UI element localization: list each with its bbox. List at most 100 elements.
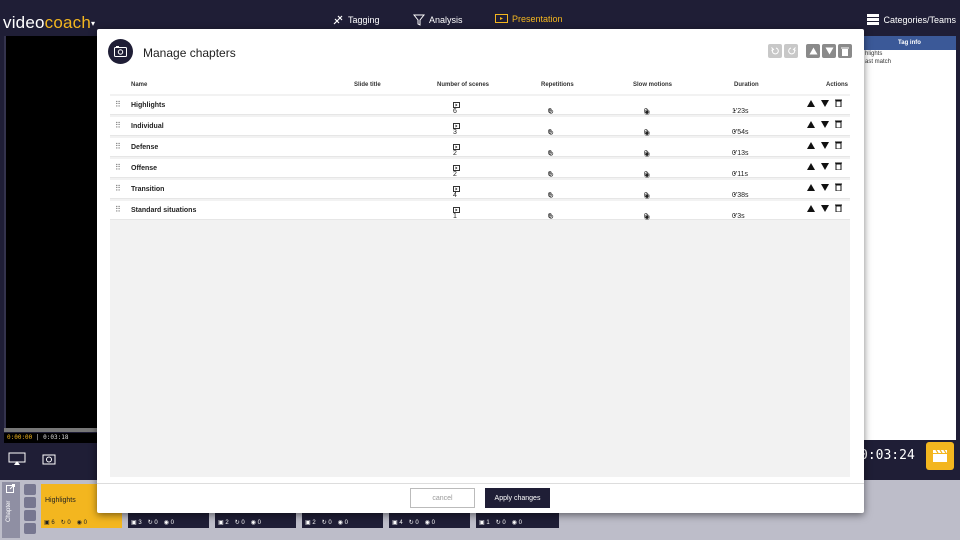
tagging-icon bbox=[333, 15, 343, 25]
move-down-icon[interactable] bbox=[821, 162, 829, 170]
move-down-icon[interactable] bbox=[821, 99, 829, 107]
drag-handle-icon[interactable]: ⠿ bbox=[115, 121, 121, 130]
tag-info-line: hlights bbox=[865, 51, 883, 57]
move-down-icon[interactable] bbox=[821, 204, 829, 212]
col-slow-motions: Slow motions bbox=[633, 82, 672, 88]
drag-handle-icon[interactable]: ⠿ bbox=[115, 205, 121, 214]
move-up-icon[interactable] bbox=[807, 120, 815, 128]
previous-button[interactable] bbox=[24, 484, 36, 495]
chevron-down-icon: ▾ bbox=[91, 19, 96, 29]
manage-chapters-dialog: Manage chapters Name Slide title Number … bbox=[97, 29, 864, 513]
move-down-icon[interactable] bbox=[821, 120, 829, 128]
dialog-icon bbox=[108, 39, 133, 64]
col-name: Name bbox=[131, 82, 148, 88]
timecode-current: 0:00:00 bbox=[7, 434, 33, 441]
delete-button[interactable] bbox=[24, 510, 36, 521]
trash-icon[interactable] bbox=[835, 204, 842, 212]
apply-changes-button[interactable]: Apply changes bbox=[485, 488, 550, 508]
categories-teams-label: Categories/Teams bbox=[883, 14, 956, 25]
move-up-icon[interactable] bbox=[807, 99, 815, 107]
redo-icon bbox=[787, 46, 796, 54]
presentation-icon bbox=[495, 14, 508, 23]
drag-handle-icon[interactable]: ⠿ bbox=[115, 142, 121, 151]
categories-teams-button[interactable]: Categories/Teams bbox=[867, 14, 956, 25]
timecode: 0:00:00 | 0:03:18 bbox=[4, 433, 98, 443]
col-scenes: Number of scenes bbox=[437, 82, 490, 88]
dialog-title: Manage chapters bbox=[143, 46, 236, 60]
list-icon bbox=[867, 14, 880, 25]
nav-analysis-label: Analysis bbox=[429, 15, 463, 25]
drag-handle-icon[interactable]: ⠿ bbox=[115, 184, 121, 193]
airplay-icon[interactable] bbox=[8, 452, 26, 466]
table-row[interactable]: ⠿ Individual 3 ↻ 0 ◉ 0 ◔ 0'54s bbox=[110, 117, 850, 137]
undo-icon bbox=[770, 46, 779, 54]
chapter-chip-label: Highlights bbox=[45, 497, 76, 504]
video-scrubber[interactable] bbox=[4, 428, 98, 432]
chapter-name: Standard situations bbox=[131, 207, 197, 214]
add-button[interactable] bbox=[24, 523, 36, 534]
trash-icon[interactable] bbox=[835, 120, 842, 128]
table-row[interactable]: ⠿ Defense 2 ↻ 0 ◉ 0 ◔ 0'13s bbox=[110, 138, 850, 158]
trash-icon bbox=[841, 47, 849, 56]
drag-handle-icon[interactable]: ⠿ bbox=[115, 100, 121, 109]
table-row[interactable]: ⠿ Offense 2 ↻ 0 ◉ 0 ◔ 0'11s bbox=[110, 159, 850, 179]
timecode-total: 0:03:18 bbox=[43, 434, 69, 441]
play-button[interactable] bbox=[24, 497, 36, 508]
col-duration: Duration bbox=[734, 82, 759, 88]
move-up-icon[interactable] bbox=[807, 141, 815, 149]
move-down-icon[interactable] bbox=[821, 141, 829, 149]
chapter-name: Offense bbox=[131, 165, 158, 172]
move-down-icon[interactable] bbox=[821, 183, 829, 191]
app-logo[interactable]: videocoach▾ bbox=[3, 13, 95, 33]
move-up-icon[interactable] bbox=[807, 162, 815, 170]
move-up-all-button[interactable] bbox=[806, 44, 820, 58]
snapshot-icon[interactable] bbox=[42, 452, 56, 466]
nav-tagging-label: Tagging bbox=[348, 15, 380, 25]
dialog-toolbar bbox=[768, 44, 852, 58]
undo-button[interactable] bbox=[768, 44, 782, 58]
tag-info-line: ast match bbox=[865, 59, 892, 65]
chapter-name: Individual bbox=[131, 123, 164, 130]
move-up-icon[interactable] bbox=[807, 183, 815, 191]
drag-handle-icon[interactable]: ⠿ bbox=[115, 163, 121, 172]
chapter-strip-controls bbox=[24, 484, 36, 534]
chapters-icon bbox=[114, 46, 127, 57]
chapter-name: Transition bbox=[131, 186, 165, 193]
nav-presentation[interactable]: Presentation bbox=[495, 14, 563, 24]
redo-button[interactable] bbox=[784, 44, 798, 58]
tag-info-panel: Tag info hlights ast match bbox=[863, 36, 956, 440]
clapperboard-button[interactable] bbox=[926, 442, 954, 470]
footer-divider bbox=[97, 483, 864, 484]
chapter-name: Defense bbox=[131, 144, 159, 151]
trash-icon[interactable] bbox=[835, 183, 842, 191]
move-down-all-button[interactable] bbox=[822, 44, 836, 58]
player-controls bbox=[8, 452, 56, 466]
funnel-icon bbox=[413, 14, 425, 26]
col-actions: Actions bbox=[826, 82, 849, 88]
triangle-up-icon bbox=[809, 47, 817, 55]
video-player[interactable] bbox=[4, 36, 98, 428]
nav-analysis[interactable]: Analysis bbox=[413, 14, 463, 26]
external-link-icon[interactable] bbox=[6, 484, 15, 493]
col-slide-title: Slide title bbox=[354, 82, 381, 88]
table-row[interactable]: ⠿ Highlights 6 ↻ 0 ◉ 0 ◔ 1'23s bbox=[110, 96, 850, 116]
triangle-down-icon bbox=[825, 47, 833, 55]
table-row[interactable]: ⠿ Transition 4 ↻ 0 ◉ 0 ◔ 0'38s bbox=[110, 180, 850, 200]
col-repetitions: Repetitions bbox=[541, 82, 574, 88]
table-row[interactable]: ⠿ Standard situations 1 ↻ 0 ◉ 0 ◔ 0'3s bbox=[110, 201, 850, 221]
chapter-name: Highlights bbox=[131, 102, 166, 109]
delete-all-button[interactable] bbox=[838, 44, 852, 58]
table-header: Name Slide title Number of scenes Repeti… bbox=[110, 80, 850, 92]
chapter-label: Chapter bbox=[6, 500, 12, 522]
trash-icon[interactable] bbox=[835, 99, 842, 107]
nav-presentation-label: Presentation bbox=[512, 14, 563, 24]
cancel-button[interactable]: cancel bbox=[410, 488, 475, 508]
trash-icon[interactable] bbox=[835, 141, 842, 149]
nav-tagging[interactable]: Tagging bbox=[332, 14, 380, 26]
tag-info-header: Tag info bbox=[863, 36, 956, 50]
chapter-strip-side: Chapter bbox=[2, 482, 20, 538]
trash-icon[interactable] bbox=[835, 162, 842, 170]
move-up-icon[interactable] bbox=[807, 204, 815, 212]
chapters-table: ⠿ Highlights 6 ↻ 0 ◉ 0 ◔ 1'23s ⠿ Individual… bbox=[110, 94, 850, 477]
clapperboard-icon bbox=[933, 449, 947, 462]
